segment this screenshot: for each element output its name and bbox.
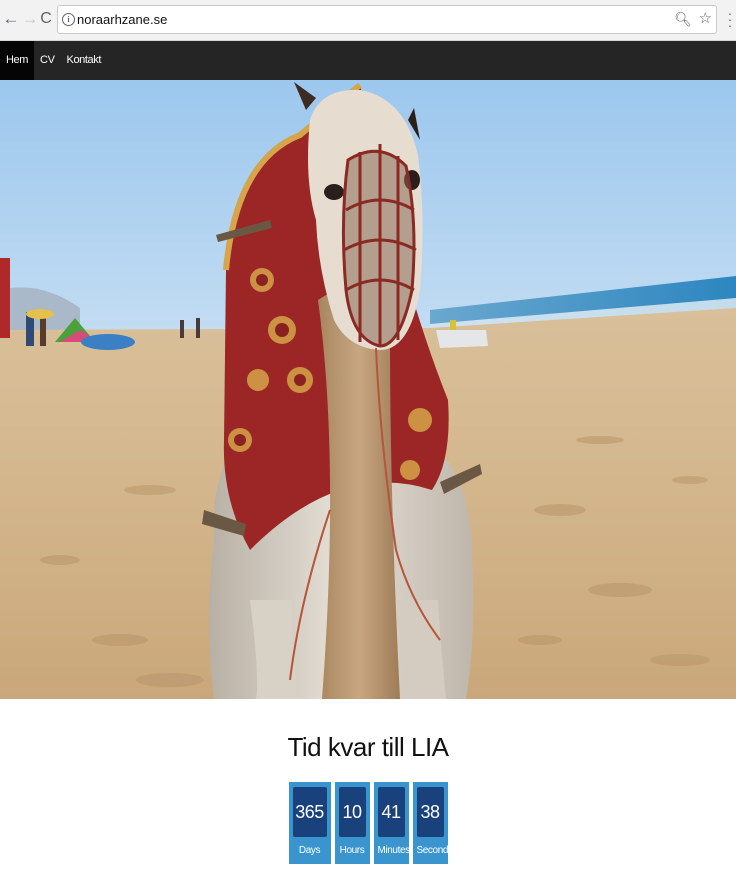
camel-photo (0, 80, 736, 699)
hero-image (0, 80, 736, 699)
site-navbar: Hem CV Kontakt (0, 41, 736, 80)
nav-item-hem[interactable]: Hem (0, 41, 35, 80)
star-icon[interactable]: ☆ (699, 9, 712, 27)
zoom-icon[interactable]: 🔍︎ (674, 11, 692, 28)
minutes-label: Minutes (377, 845, 411, 856)
nav-item-kontakt[interactable]: Kontakt (61, 41, 108, 80)
info-icon[interactable]: i (62, 13, 75, 26)
url-text[interactable]: noraarhzane.se (77, 12, 167, 27)
countdown-title: Tid kvar till LIA (287, 732, 449, 762)
nav-item-cv[interactable]: CV (34, 41, 60, 80)
minutes-value: 41 (377, 787, 405, 837)
days-label: Days (298, 845, 321, 856)
countdown-timer: 365 Days 10 Hours 41 Minutes 38 Seconds (0, 782, 736, 864)
menu-icon[interactable]: · · · (727, 6, 733, 32)
days-value: 365 (292, 787, 327, 837)
countdown-seconds: 38 Seconds (412, 782, 454, 864)
seconds-label: Seconds (416, 845, 454, 856)
address-bar[interactable]: i noraarhzane.se 🔍︎ ☆ (57, 5, 717, 34)
seconds-value: 38 (416, 787, 444, 837)
countdown-minutes: 41 Minutes (373, 782, 411, 864)
back-icon[interactable]: ← (2, 10, 20, 28)
browser-toolbar: ← → C i noraarhzane.se 🔍︎ ☆ · · · (0, 0, 736, 41)
reload-icon[interactable]: C (37, 10, 55, 28)
countdown-hours: 10 Hours (334, 782, 370, 864)
hours-label: Hours (339, 845, 365, 856)
countdown-days: 365 Days (288, 782, 331, 864)
hours-value: 10 (338, 787, 366, 837)
